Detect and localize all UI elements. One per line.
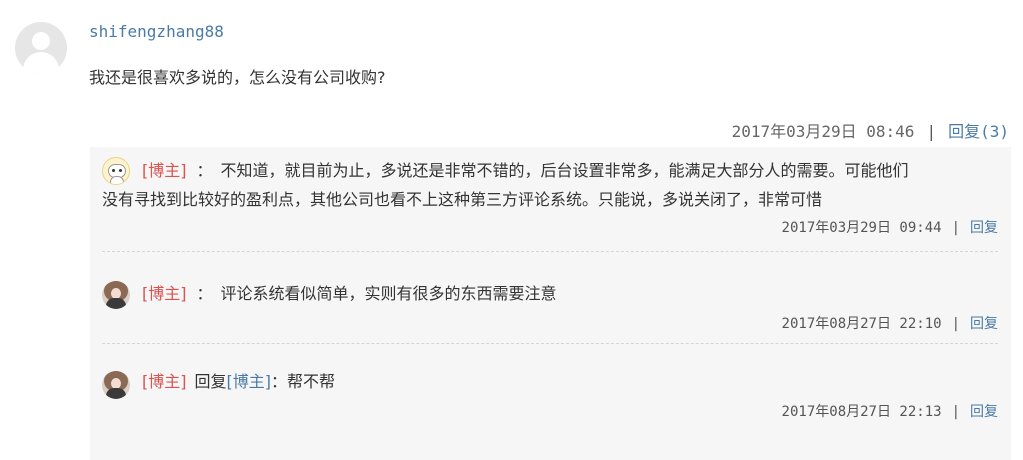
comment-meta: 2017年03月29日 08:46 | 回复(3) (732, 118, 1009, 142)
reply-list: [博主]：不知道，就目前为止，多说还是非常不错的，后台设置非常多，能满足大部分人… (90, 147, 1011, 460)
reply-button[interactable]: 回复 (970, 316, 998, 332)
reply-text-line: 没有寻找到比较好的盈利点，其他公司也看不上这种第三方评论系统。只能说，多说关闭了… (102, 185, 999, 215)
reply-author-tag[interactable]: [博主] (142, 284, 187, 303)
comment-avatar[interactable] (15, 22, 67, 74)
meta-separator: | (951, 316, 960, 332)
reply-colon: ： (196, 161, 213, 180)
reply-meta: 2017年08月27日 22:10 | 回复 (782, 313, 998, 333)
reply-meta: 2017年08月27日 22:13 | 回复 (782, 401, 998, 421)
reply-to-tag[interactable]: [博主] (227, 372, 272, 391)
reply-button[interactable]: 回复 (970, 404, 998, 420)
reply-text-line: [博主] ： 不知道，就目前为止，多说还是非常不错的，后台设置非常多，能满足大部分人… (102, 156, 999, 186)
reply-text-line: [博主] ： 评论系统看似简单，实则有很多的东西需要注意 (102, 279, 999, 309)
avatar-head-shape (32, 32, 50, 50)
meta-separator: | (926, 122, 937, 141)
reply-text-continued: 没有寻找到比较好的盈利点，其他公司也看不上这种第三方评论系统。只能说，多说关闭了… (102, 190, 823, 209)
reply-item: [博主] ： 不知道，就目前为止，多说还是非常不错的，后台设置非常多，能满足大部分人… (90, 147, 1011, 251)
reply-author-tag[interactable]: [博主] (142, 372, 187, 391)
comment-text: 我还是很喜欢多说的，怎么没有公司收购? (89, 68, 386, 87)
comment-reply-button[interactable]: 回复(3) (948, 122, 1009, 141)
reply-button[interactable]: 回复 (970, 220, 998, 236)
comment-username[interactable]: shifengzhang88 (89, 22, 224, 41)
reply-item: [博主] ： 评论系统看似简单，实则有很多的东西需要注意 2017年08月27日 2… (90, 251, 1011, 343)
reply-text: 不知道，就目前为止，多说还是非常不错的，后台设置非常多，能满足大部分人的需要。可… (220, 161, 909, 180)
reply-text-line: [博主] 回复[博主]：帮不帮 (102, 367, 999, 397)
reply-text: 评论系统看似简单，实则有很多的东西需要注意 (220, 284, 557, 303)
comment-timestamp: 2017年03月29日 08:46 (731, 122, 915, 141)
reply-timestamp: 2017年03月29日 09:44 (781, 220, 942, 236)
reply-to-prefix: 回复 (194, 372, 227, 391)
reply-timestamp: 2017年08月27日 22:10 (781, 316, 942, 332)
meta-separator: | (951, 404, 960, 420)
reply-text: 帮不帮 (287, 372, 336, 391)
meta-separator: | (951, 220, 960, 236)
avatar-shoulders-shape (23, 52, 59, 74)
reply-colon: ： (196, 284, 213, 303)
reply-timestamp: 2017年08月27日 22:13 (781, 404, 942, 420)
reply-author-tag[interactable]: [博主] (142, 161, 187, 180)
reply-item: [博主] 回复[博主]：帮不帮 2017年08月27日 22:13 | 回复 (90, 343, 1011, 460)
reply-colon: ： (271, 372, 288, 391)
reply-meta: 2017年03月29日 09:44 | 回复 (782, 217, 998, 237)
